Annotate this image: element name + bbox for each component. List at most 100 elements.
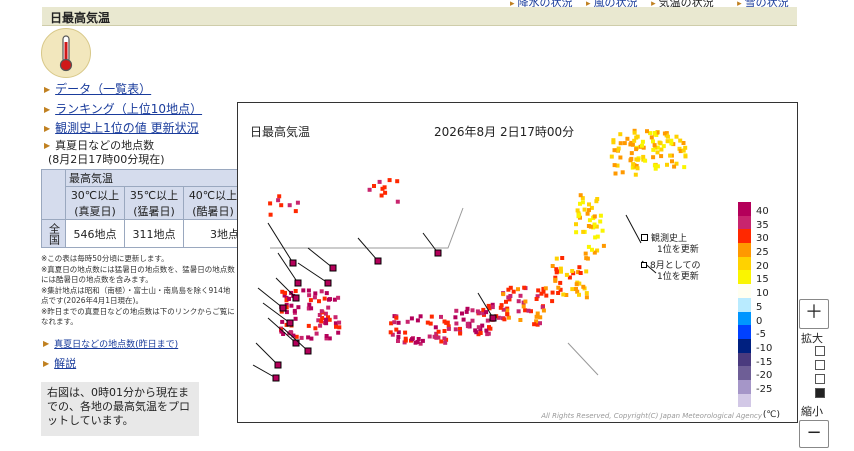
station-dot (413, 340, 418, 345)
record-marker-icon (641, 234, 648, 241)
zoom-in-button[interactable]: ＋ (799, 299, 829, 329)
legend-swatch (738, 215, 751, 230)
station-dot (511, 289, 516, 294)
station-dot (443, 340, 448, 345)
station-dot (287, 296, 291, 301)
record-leader-line (277, 252, 299, 284)
station-dot (317, 299, 321, 304)
legend-swatch (738, 202, 751, 216)
station-dot (665, 162, 669, 167)
station-dot (598, 219, 603, 224)
map-datetime: 2026年8月 2日17時00分 (434, 125, 575, 139)
record-leader-line (282, 327, 309, 352)
station-dot (553, 277, 558, 282)
legend-label: -10 (756, 342, 773, 354)
station-dot (307, 293, 312, 298)
station-dot (465, 324, 470, 329)
station-dot (560, 256, 565, 260)
station-dot (550, 290, 555, 295)
record-marker (329, 264, 337, 272)
station-dot (612, 163, 617, 168)
map-title: 日最高気温 (250, 125, 311, 139)
station-dot (470, 308, 475, 313)
station-dot (434, 335, 439, 340)
zoom-out-button[interactable]: − (799, 420, 829, 448)
station-dot (652, 163, 657, 168)
station-dot (296, 305, 301, 310)
station-dot (409, 316, 414, 321)
station-dot (584, 295, 589, 300)
station-dot (682, 165, 687, 170)
record-status-link[interactable]: 観測史上1位の値 更新状況 (55, 121, 198, 135)
station-dot (395, 179, 400, 184)
station-dot (635, 157, 640, 162)
legend-label: 35 (756, 219, 769, 231)
station-dot (289, 303, 294, 308)
ranking-link[interactable]: ランキング（上位10地点） (55, 102, 202, 116)
station-dot (578, 193, 583, 198)
station-dot (577, 265, 582, 270)
station-dot (612, 148, 617, 153)
zoom-level-3[interactable] (815, 374, 825, 384)
station-dot (543, 286, 548, 291)
temperature-map[interactable]: 日最高気温 2026年8月 2日17時00分 観測史上 1位を更新 8月としての… (237, 102, 798, 423)
station-dot (268, 201, 273, 206)
station-dot (544, 293, 549, 298)
station-dot (470, 318, 475, 323)
record-marker (292, 339, 300, 347)
station-dot (538, 315, 543, 320)
station-dot (287, 203, 292, 208)
station-dot (453, 327, 458, 332)
record-marker (294, 279, 302, 287)
station-dot (613, 171, 618, 176)
zoom-in-label: 拡大 (801, 332, 823, 345)
zoom-level-4[interactable] (815, 388, 825, 398)
station-dot (541, 289, 546, 294)
station-dot (570, 269, 575, 273)
station-dot (337, 320, 342, 325)
station-dot (506, 295, 511, 300)
station-dot (655, 150, 660, 155)
station-dot (476, 325, 481, 330)
station-dot (453, 315, 458, 320)
unit-label: (℃) (762, 410, 780, 420)
japan-map[interactable] (238, 103, 797, 422)
station-dot (634, 147, 639, 152)
station-dot (308, 298, 313, 303)
station-dot (418, 314, 423, 319)
record-marker (286, 319, 294, 327)
station-dot (574, 222, 578, 227)
legend-swatch (738, 366, 751, 380)
station-dot (309, 306, 314, 311)
yesterday-counts-link[interactable]: 真夏日などの地点数(昨日まで) (54, 340, 178, 350)
station-dot (461, 317, 466, 322)
legend-label: -5 (756, 329, 766, 341)
zoom-level-1[interactable] (815, 346, 825, 356)
station-dot (394, 327, 399, 332)
station-dot (301, 288, 306, 293)
zoom-level-2[interactable] (815, 360, 825, 370)
station-dot (516, 309, 521, 314)
station-dot (631, 162, 636, 167)
copyright-text: All Rights Reserved, Copyright(C) Japan … (541, 412, 762, 420)
station-dot (523, 299, 528, 304)
station-dot (372, 184, 376, 188)
station-dot (484, 310, 489, 315)
station-dot (649, 135, 654, 140)
station-dot (620, 170, 625, 175)
page-title: 日最高気温 (50, 11, 111, 25)
explanation-link[interactable]: 解説 (54, 357, 76, 370)
station-dot (554, 256, 559, 261)
station-count-table: 最高気温 30℃以上 (真夏日) 35℃以上 (猛暑日) 40℃以上 (酷暑日) 全国… (41, 169, 243, 248)
station-dot (336, 295, 341, 300)
arrow-icon: ▶ (44, 85, 51, 94)
marker-pointer-line (625, 214, 642, 244)
station-dot (319, 319, 324, 324)
station-dot (550, 264, 555, 268)
station-dot (584, 256, 589, 261)
station-dot (559, 269, 563, 274)
data-table-link[interactable]: データ（一覧表） (55, 82, 151, 96)
station-dot (618, 132, 623, 137)
station-dot (388, 330, 393, 335)
station-dot (578, 271, 583, 275)
